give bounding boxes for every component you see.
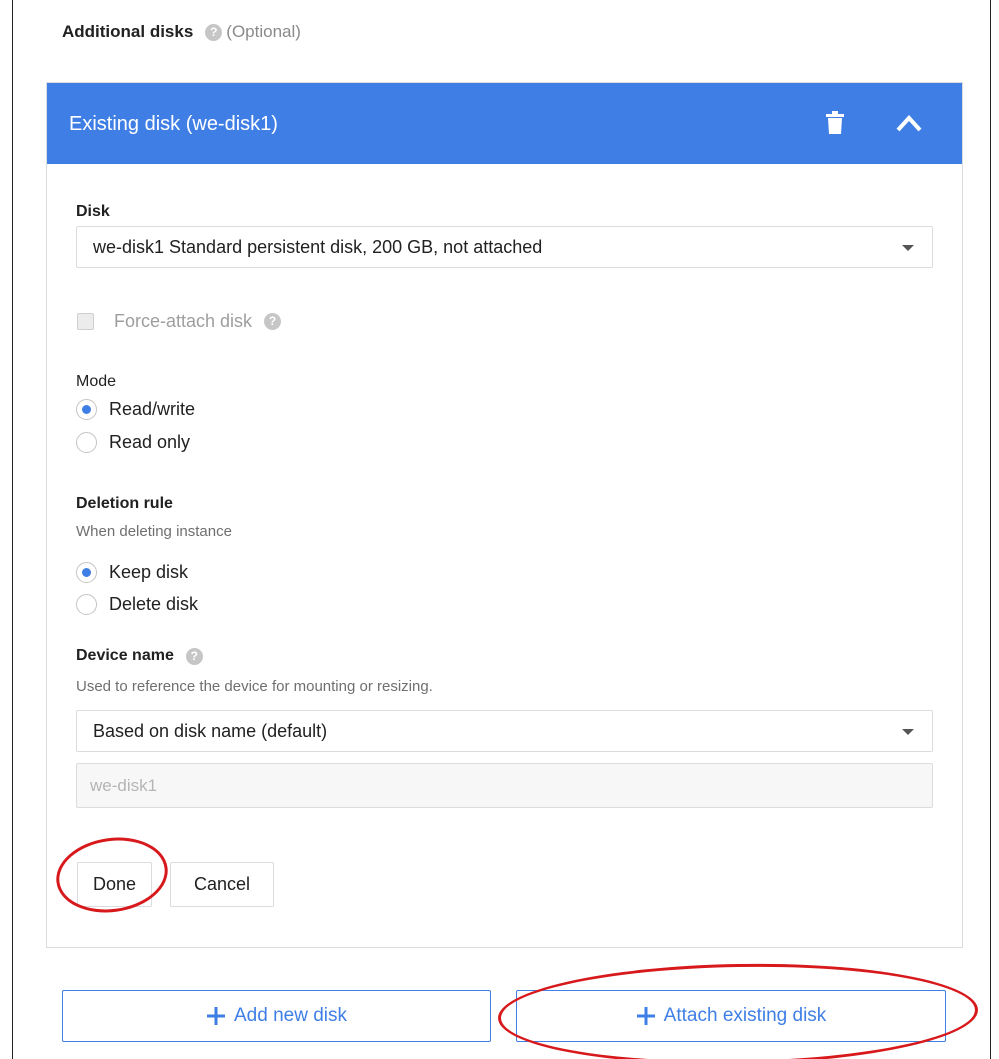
disk-label: Disk [76,203,110,220]
add-new-disk-label: Add new disk [233,1005,347,1026]
device-name-label: Device name [76,647,174,664]
question-circle-icon[interactable]: ? [264,313,282,330]
question-circle-icon[interactable]: ? [185,647,203,665]
mode-option-label: Read only [109,432,191,452]
deletion-option-delete[interactable]: Delete disk [76,594,198,615]
deletion-option-keep[interactable]: Keep disk [76,562,188,583]
force-attach-row: Force-attach disk ? [77,311,282,332]
deletion-option-label: Keep disk [109,562,189,582]
disk-select[interactable]: we-disk1 Standard persistent disk, 200 G… [76,226,933,268]
chevron-up-icon[interactable] [895,113,923,133]
frame-border-left [12,0,13,1059]
dropdown-caret-icon [902,729,914,735]
deletion-rule-label: Deletion rule [76,495,173,512]
dropdown-caret-icon [902,245,914,251]
mode-option-label: Read/write [109,399,196,419]
deletion-option-label: Delete disk [109,594,199,614]
frame-border-right [990,0,991,1059]
additional-disks-heading: Additional disks ? (Optional) [62,22,301,42]
device-name-heading: Device name ? [76,647,203,665]
deletion-rule-hint: When deleting instance [76,523,232,540]
radio-button[interactable] [76,432,97,453]
mode-option-read-write[interactable]: Read/write [76,399,195,420]
device-name-hint: Used to reference the device for mountin… [76,678,433,695]
cancel-button[interactable]: Cancel [170,862,274,907]
optional-label: (Optional) [226,22,301,41]
force-attach-checkbox[interactable] [77,313,94,330]
plus-icon [636,1007,655,1025]
attach-existing-disk-label: Attach existing disk [663,1005,827,1026]
disk-select-value: we-disk1 Standard persistent disk, 200 G… [93,237,543,257]
attach-existing-disk-button[interactable]: Attach existing disk [516,990,946,1042]
device-name-select[interactable]: Based on disk name (default) [76,710,933,752]
question-circle-icon[interactable]: ? [205,23,223,41]
existing-disk-card: Existing disk (we-disk1) Disk we-disk1 S… [46,82,963,948]
done-button[interactable]: Done [77,862,152,907]
device-name-field[interactable] [77,764,932,807]
card-title: Existing disk (we-disk1) [69,113,278,135]
radio-button[interactable] [76,594,97,615]
additional-disks-title: Additional disks [62,22,194,41]
radio-button-checked[interactable] [76,399,97,420]
card-header[interactable]: Existing disk (we-disk1) [47,83,962,164]
mode-label: Mode [76,373,117,390]
trash-icon[interactable] [825,111,845,135]
radio-button-checked[interactable] [76,562,97,583]
force-attach-label: Force-attach disk [114,311,253,331]
add-new-disk-button[interactable]: Add new disk [62,990,491,1042]
device-name-select-value: Based on disk name (default) [93,721,328,741]
mode-option-read-only[interactable]: Read only [76,432,190,453]
plus-icon [206,1007,225,1025]
device-name-input[interactable] [76,763,933,808]
